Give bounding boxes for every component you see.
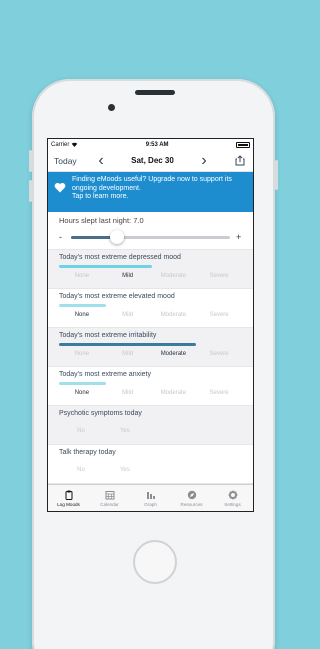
status-time: 9:53 AM	[145, 141, 169, 148]
heart-icon	[54, 182, 66, 197]
tab-graph[interactable]: Graph	[130, 485, 171, 511]
calendar-icon	[105, 490, 114, 499]
home-button[interactable]	[133, 540, 177, 584]
severity-option-severe[interactable]: Severe	[196, 273, 242, 279]
compass-icon	[187, 490, 196, 499]
severity-option-none[interactable]: None	[59, 273, 105, 279]
severity-option-none[interactable]: None	[59, 312, 105, 318]
severity-option-severe[interactable]: Severe	[196, 390, 242, 396]
talk-therapy-row: Talk therapy today No Yes	[48, 445, 253, 484]
previous-day-chevron-icon[interactable]: ‹	[94, 152, 108, 169]
severity-option-mild[interactable]: Mild	[105, 390, 151, 396]
carrier-label: Carrier	[51, 141, 70, 148]
power-button	[275, 160, 278, 190]
tab-resources[interactable]: Resources	[171, 485, 212, 511]
banner-line-1: Finding eMoods useful? Upgrade now to su…	[72, 176, 232, 183]
severity-option-mild[interactable]: Mild	[105, 351, 151, 357]
severity-option-moderate[interactable]: Moderate	[151, 312, 197, 318]
upgrade-banner[interactable]: Finding eMoods useful? Upgrade now to su…	[48, 172, 253, 212]
severity-option-moderate[interactable]: Moderate	[151, 351, 197, 357]
mood-label: Today's most extreme elevated mood	[59, 293, 175, 300]
mood-label: Today's most extreme irritability	[59, 332, 157, 339]
hours-slider[interactable]	[71, 229, 230, 244]
tab-calendar-label: Calendar	[100, 501, 119, 507]
hours-increase-button[interactable]: +	[236, 232, 242, 242]
tab-settings-label: Settings	[224, 501, 241, 507]
therapy-yes-option[interactable]: Yes	[103, 467, 147, 473]
psychotic-yes-option[interactable]: Yes	[103, 428, 147, 434]
severity-option-none[interactable]: None	[59, 351, 105, 357]
clipboard-icon	[65, 490, 72, 500]
mood-row: Today's most extreme irritability None Mil…	[48, 328, 253, 367]
tab-resources-label: Resources	[180, 501, 203, 507]
nav-bar: Today ‹ Sat, Dec 30 ›	[48, 150, 253, 172]
banner-line-3: Tap to learn more.	[72, 193, 129, 200]
severity-option-severe[interactable]: Severe	[196, 312, 242, 318]
volume-down-button	[29, 180, 32, 202]
severity-option-moderate[interactable]: Moderate	[151, 390, 197, 396]
current-date: Sat, Dec 30	[131, 156, 174, 165]
severity-option-none[interactable]: None	[59, 390, 105, 396]
mood-row: Today's most extreme anxiety None Mild Mode…	[48, 367, 253, 406]
mood-row: Today's most extreme elevated mood None Mi…	[48, 289, 253, 328]
mood-severity-bar	[59, 382, 106, 385]
hours-slider-knob[interactable]	[110, 229, 125, 244]
hours-slept-label: Hours slept last night: 7.0	[59, 216, 144, 225]
psychotic-no-option[interactable]: No	[59, 428, 103, 434]
app-screen: Carrier 9:53 AM Today ‹ Sat, Dec 30 › Fi…	[47, 138, 254, 512]
battery-icon	[235, 141, 250, 148]
talk-therapy-label: Talk therapy today	[59, 449, 116, 456]
psychotic-symptoms-label: Psychotic symptoms today	[59, 410, 142, 417]
tab-log-moods-label: Log Moods	[57, 501, 80, 507]
tab-settings[interactable]: Settings	[212, 485, 253, 511]
wifi-icon	[72, 142, 78, 147]
mood-label: Today's most extreme depressed mood	[59, 254, 181, 261]
mood-severity-bar	[59, 343, 197, 346]
severity-option-mild[interactable]: Mild	[105, 312, 151, 318]
hours-slept-row: Hours slept last night: 7.0 - +	[48, 212, 253, 250]
mood-severity-bar	[59, 304, 106, 307]
next-day-chevron-icon[interactable]: ›	[197, 152, 211, 169]
today-button[interactable]: Today	[54, 156, 94, 166]
mood-row: Today's most extreme depressed mood None M…	[48, 250, 253, 289]
bar-chart-icon	[146, 491, 155, 499]
tab-calendar[interactable]: Calendar	[89, 485, 130, 511]
mood-label: Today's most extreme anxiety	[59, 371, 151, 378]
severity-option-moderate[interactable]: Moderate	[151, 273, 197, 279]
severity-option-severe[interactable]: Severe	[196, 351, 242, 357]
therapy-no-option[interactable]: No	[59, 467, 103, 473]
speaker-grille	[135, 90, 175, 95]
banner-line-2: ongoing development.	[72, 184, 141, 192]
mood-severity-bar	[59, 265, 153, 268]
tab-log-moods[interactable]: Log Moods	[48, 485, 89, 511]
hours-decrease-button[interactable]: -	[59, 232, 65, 242]
tab-bar: Log Moods Calendar Graph Resources Setti…	[48, 484, 253, 511]
gear-icon	[228, 490, 237, 499]
severity-option-mild[interactable]: Mild	[105, 273, 151, 279]
front-camera	[108, 104, 115, 111]
psychotic-symptoms-row: Psychotic symptoms today No Yes	[48, 406, 253, 445]
status-bar: Carrier 9:53 AM	[48, 139, 253, 150]
mood-list: Today's most extreme depressed mood None M…	[48, 250, 253, 406]
volume-up-button	[29, 150, 32, 172]
share-icon[interactable]	[233, 154, 247, 168]
tab-graph-label: Graph	[144, 501, 157, 507]
